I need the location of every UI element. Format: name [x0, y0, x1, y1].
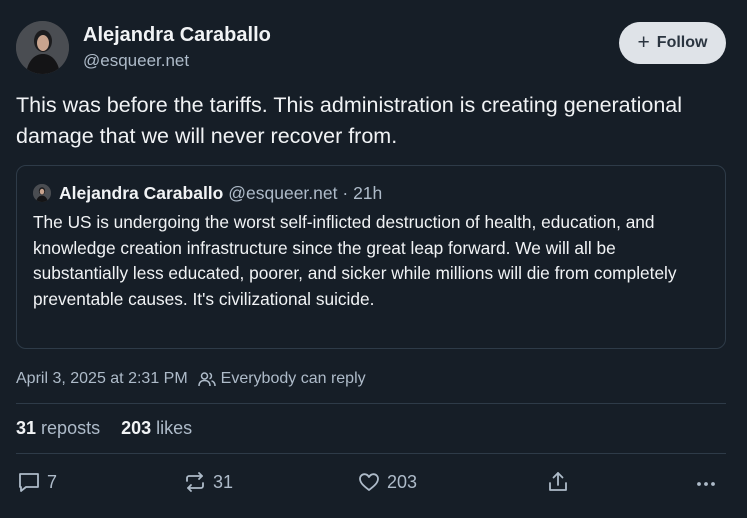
- repost-count: 31: [213, 471, 234, 492]
- heart-icon: [359, 473, 379, 491]
- post-thread: Alejandra Caraballo @esqueer.net + Follo…: [0, 0, 747, 518]
- quoted-post-meta: Alejandra Caraballo @esqueer.net · 21h: [59, 183, 382, 204]
- author-name[interactable]: Alejandra Caraballo: [83, 24, 271, 47]
- share-button[interactable]: [546, 470, 570, 494]
- reposts-stat[interactable]: 31 reposts: [16, 418, 100, 439]
- separator-dot: ·: [342, 183, 349, 203]
- reply-button[interactable]: 7: [17, 470, 57, 494]
- reply-count: 7: [47, 471, 58, 492]
- post-meta: April 3, 2025 at 2:31 PM Everybody can r…: [16, 370, 366, 388]
- likes-label: likes: [156, 418, 193, 438]
- quoted-author-name: Alejandra Caraballo: [59, 183, 224, 203]
- author-handle[interactable]: @esqueer.net: [83, 51, 189, 71]
- likes-count: 203: [121, 418, 152, 438]
- likes-stat[interactable]: 203 likes: [121, 418, 192, 439]
- divider: [16, 403, 726, 404]
- more-icon: [697, 482, 715, 486]
- action-bar: 7 31 203: [0, 470, 747, 500]
- plus-icon: +: [637, 30, 650, 54]
- people-icon: [197, 371, 216, 387]
- quoted-author-handle: @esqueer.net: [228, 183, 338, 203]
- quoted-post-time: 21h: [353, 183, 383, 203]
- divider: [16, 453, 726, 454]
- quoted-author-avatar: [33, 184, 51, 202]
- engagement-stats: 31 reposts 203 likes: [16, 418, 192, 439]
- reposts-label: reposts: [41, 418, 101, 438]
- like-button[interactable]: 203: [357, 470, 417, 494]
- like-count: 203: [387, 471, 418, 492]
- post-timestamp: April 3, 2025 at 2:31 PM: [16, 370, 188, 387]
- post-text: This was before the tariffs. This admini…: [16, 93, 683, 148]
- quoted-post-text: The US is undergoing the worst self-infl…: [33, 212, 677, 309]
- reposts-count: 31: [16, 418, 37, 438]
- share-icon: [549, 472, 567, 491]
- reply-icon: [19, 473, 39, 492]
- reply-setting[interactable]: Everybody can reply: [221, 370, 366, 388]
- author-avatar[interactable]: [16, 21, 69, 74]
- repost-icon: [186, 472, 204, 492]
- repost-button[interactable]: 31: [183, 470, 233, 494]
- more-options-button[interactable]: [694, 470, 718, 494]
- follow-button[interactable]: + Follow: [619, 22, 726, 64]
- quoted-post[interactable]: Alejandra Caraballo @esqueer.net · 21h T…: [16, 165, 726, 349]
- follow-label: Follow: [656, 34, 708, 51]
